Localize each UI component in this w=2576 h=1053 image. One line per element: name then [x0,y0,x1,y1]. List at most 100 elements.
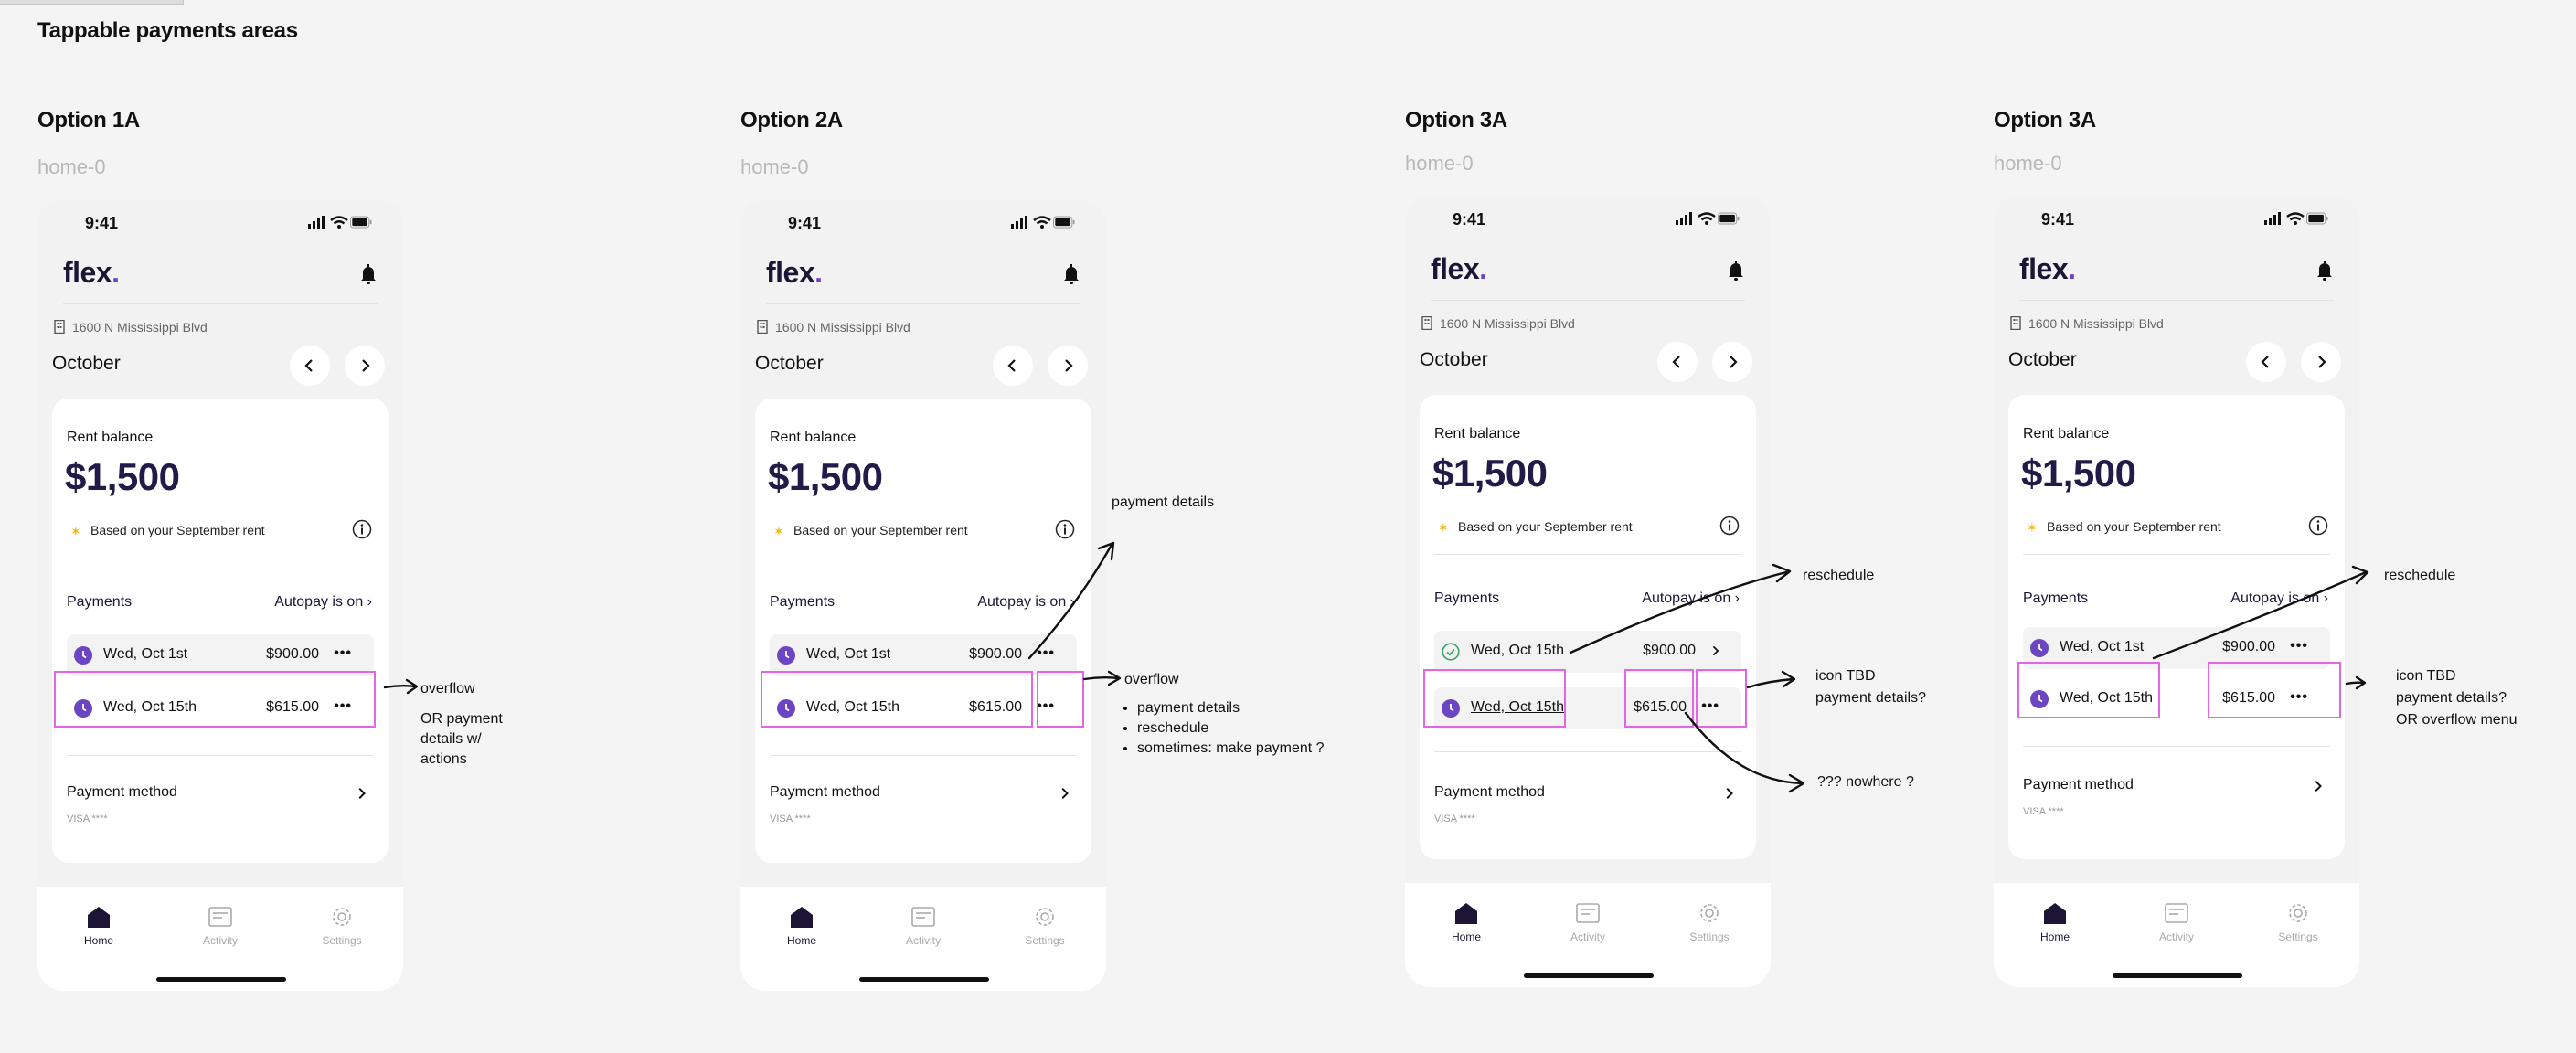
next-month-button[interactable] [345,346,385,386]
payment-date: Wed, Oct 1st [2060,639,2145,654]
chevron-right-icon[interactable] [1708,644,1721,657]
chevron-right-icon: › [367,594,372,610]
tab-home[interactable]: Home [2018,901,2092,943]
status-icons [1676,212,1740,225]
autopay-link[interactable]: Autopay is on › [274,594,372,611]
tab-activity[interactable]: Activity [184,905,257,947]
next-month-button[interactable] [2301,342,2341,382]
tab-settings[interactable]: Settings [1673,901,1746,943]
chevron-right-icon[interactable] [354,786,368,801]
based-on-text: Based on your September rent [793,523,968,537]
canvas-corner-tab [0,0,184,5]
home-indicator [156,977,286,982]
note-line: icon TBD [1815,668,1876,684]
star-icon: ✶ [773,524,784,538]
annotation-overflow-options: payment details reschedule sometimes: ma… [1121,698,1325,759]
tab-activity[interactable]: Activity [887,905,960,947]
rent-card: Rent balance $1,500 ✶ Based on your Sept… [1420,395,1756,859]
payment-method-label[interactable]: Payment method [2023,777,2134,793]
tap-area-highlight [1696,669,1747,728]
previous-month-button[interactable] [2246,342,2286,382]
tab-settings[interactable]: Settings [2262,901,2335,943]
payment-method-label[interactable]: Payment method [67,784,177,801]
previous-month-button[interactable] [993,346,1033,386]
info-icon[interactable] [352,519,372,539]
payment-method-label[interactable]: Payment method [1434,784,1545,801]
home-indicator [859,977,989,982]
more-icon[interactable]: ••• [334,645,352,662]
clock-icon [74,646,92,665]
bell-icon[interactable] [1062,263,1080,285]
status-icons [1011,216,1075,229]
more-icon[interactable]: ••• [2290,638,2308,654]
more-icon[interactable]: ••• [1037,645,1055,662]
chevron-left-icon [2258,354,2274,370]
payment-amount: $900.00 [1643,643,1696,658]
tab-home[interactable]: Home [62,905,135,947]
tab-home[interactable]: Home [1430,901,1503,943]
chevron-right-icon[interactable] [1721,786,1736,801]
bell-icon[interactable] [1727,260,1745,282]
payments-label: Payments [67,594,133,610]
rent-balance-label: Rent balance [67,430,154,445]
chevron-left-icon [1669,354,1686,370]
payment-row[interactable]: Wed, Oct 15th $900.00 [1434,631,1741,673]
annotation-nowhere: ??? nowhere ? [1817,774,1914,790]
info-icon[interactable] [1719,516,1740,536]
based-on-text: Based on your September rent [1458,519,1633,534]
tab-label: Activity [2158,931,2194,943]
status-time: 9:41 [85,214,119,232]
signal-icon [308,216,325,229]
bell-icon[interactable] [2315,260,2334,282]
divider [2023,746,2330,747]
battery-icon [350,216,372,229]
chevron-right-icon[interactable] [2310,779,2325,793]
tap-area-highlight [761,671,1033,728]
tab-label: Settings [2278,931,2318,943]
wifi-icon [1698,212,1716,225]
divider [2023,554,2330,555]
based-on-text: Based on your September rent [2047,519,2221,534]
next-month-button[interactable] [1712,342,1752,382]
card-number: VISA **** [67,814,108,824]
tab-label: Settings [322,934,362,947]
check-circle-icon [1442,643,1460,661]
info-icon[interactable] [2308,516,2328,536]
logo-text: flex [2019,252,2069,285]
chevron-left-icon [1005,357,1021,374]
next-month-button[interactable] [1048,346,1088,386]
header-divider [766,303,1080,304]
phone-frame: 9:41 flex. 1600 N Mississippi Blvd Octob… [1405,196,1771,987]
tap-area-highlight [1037,671,1084,728]
tab-settings[interactable]: Settings [1008,905,1081,947]
option-title: Option 1A [37,108,140,133]
logo-dot: . [1479,252,1487,285]
tap-area-highlight [2208,662,2341,718]
tab-activity[interactable]: Activity [1551,901,1624,943]
home-icon [2042,901,2068,925]
previous-month-button[interactable] [290,346,330,386]
tab-activity[interactable]: Activity [2140,901,2213,943]
chevron-right-icon[interactable] [1057,786,1071,801]
rent-balance-amount: $1,500 [2021,452,2136,495]
autopay-link[interactable]: Autopay is on › [1642,590,1740,607]
info-icon[interactable] [1055,519,1075,539]
status-time: 9:41 [788,214,822,232]
payments-label: Payments [1434,590,1500,606]
autopay-text: Autopay is on [2230,590,2320,606]
payments-label: Payments [770,594,836,610]
note-bullet: reschedule [1137,718,1325,739]
payment-method-label[interactable]: Payment method [770,784,880,801]
payment-amount: $900.00 [969,646,1022,662]
tab-bar: Home Activity Settings [37,887,403,991]
autopay-link[interactable]: Autopay is on › [2230,590,2328,607]
month-label: October [2008,349,2077,370]
payments-label: Payments [2023,590,2089,606]
autopay-link[interactable]: Autopay is on › [977,594,1075,611]
bell-icon[interactable] [359,263,378,285]
tab-settings[interactable]: Settings [305,905,378,947]
activity-icon [1575,901,1601,925]
tab-label: Home [83,934,113,947]
tab-home[interactable]: Home [765,905,838,947]
previous-month-button[interactable] [1657,342,1698,382]
